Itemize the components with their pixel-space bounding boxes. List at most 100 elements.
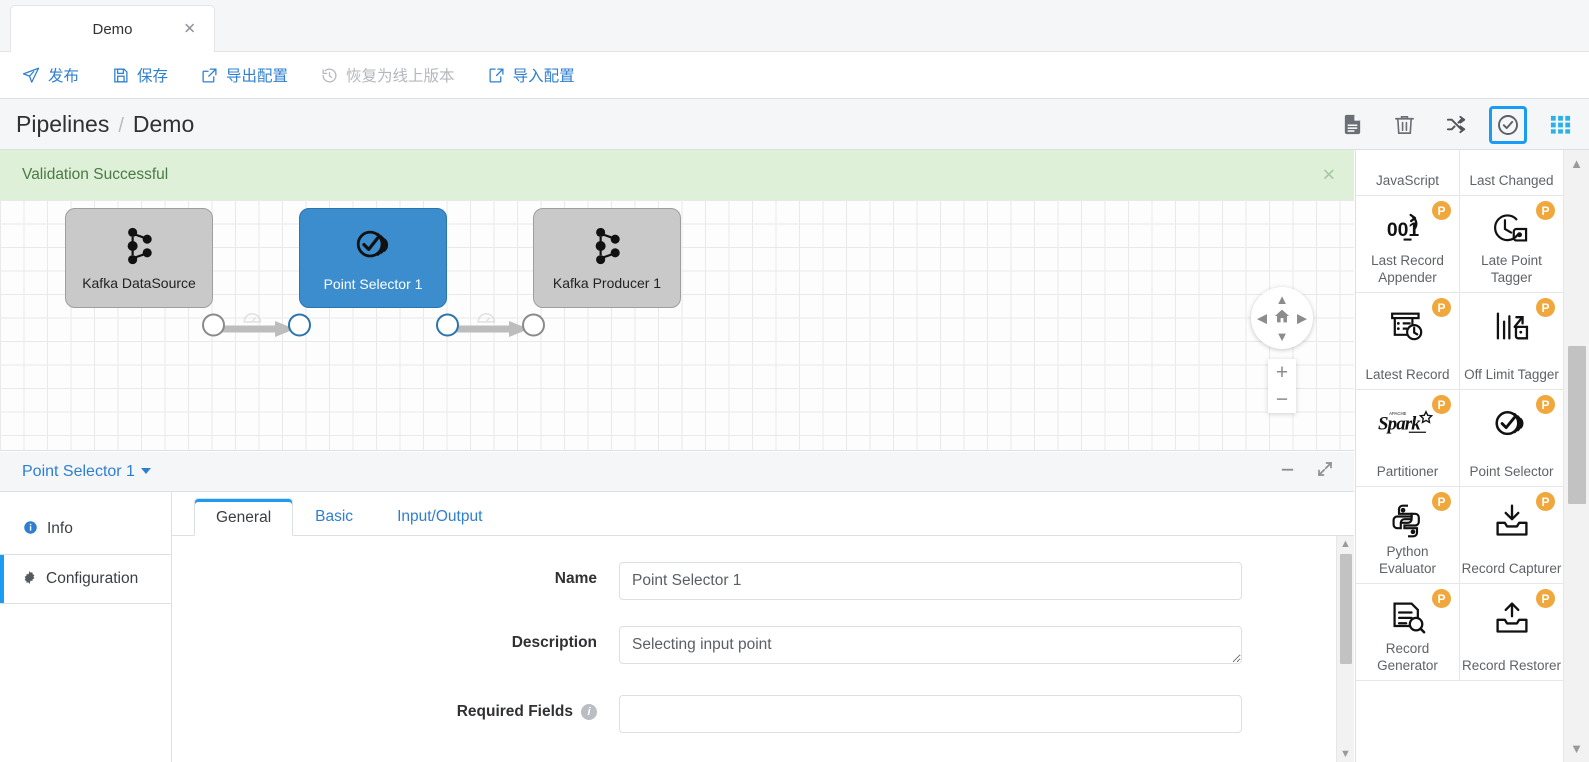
breadcrumb: Pipelines / Demo: [0, 111, 194, 138]
node-input-port[interactable]: [522, 314, 545, 337]
close-icon[interactable]: ✕: [1322, 167, 1336, 184]
tab-general[interactable]: General: [194, 498, 293, 536]
expand-icon[interactable]: [1316, 460, 1334, 483]
close-icon[interactable]: ✕: [183, 22, 196, 37]
premium-badge: P: [1432, 201, 1451, 220]
info-icon[interactable]: i: [581, 704, 597, 720]
palette-item-late-point-tagger[interactable]: P Late Point Tagger: [1460, 196, 1564, 293]
minimize-icon[interactable]: [1279, 461, 1296, 483]
palette-item-label: Python Evaluator: [1358, 543, 1458, 577]
pan-down-icon[interactable]: ▼: [1276, 330, 1289, 343]
off-limit-tagger-icon: [1490, 309, 1534, 348]
validation-message: Validation Successful: [0, 166, 168, 184]
publish-button[interactable]: 发布: [22, 64, 79, 86]
premium-badge: P: [1432, 298, 1451, 317]
pan-up-icon[interactable]: ▲: [1276, 293, 1289, 306]
kafka-icon: [120, 226, 158, 271]
palette-item-last-record-appender[interactable]: P 001 Last Record Appender: [1356, 196, 1460, 293]
home-icon[interactable]: [1274, 308, 1291, 329]
palette-item-record-capturer[interactable]: P Record Capturer: [1460, 487, 1564, 584]
palette-item-point-selector[interactable]: P Point Selector: [1460, 390, 1564, 487]
header-tool-group: [1333, 99, 1579, 150]
sidenav-item-label: Configuration: [46, 570, 138, 588]
form-scrollbar[interactable]: ▲ ▼: [1336, 536, 1354, 762]
node-label: Kafka DataSource: [82, 275, 196, 291]
palette-item-label: Point Selector: [1462, 463, 1562, 480]
node-input-port[interactable]: [288, 314, 311, 337]
description-input[interactable]: Selecting input point: [619, 626, 1242, 664]
kafka-icon: [588, 226, 626, 271]
point-selector-icon: [352, 225, 394, 272]
tab-demo[interactable]: Demo ✕: [10, 5, 215, 52]
breadcrumb-separator: /: [118, 115, 124, 138]
component-palette[interactable]: JavaScript Last Changed P 001 Last Recor…: [1355, 150, 1589, 762]
validate-check-icon[interactable]: [1489, 106, 1527, 144]
save-button[interactable]: 保存: [112, 64, 168, 86]
premium-badge: P: [1536, 395, 1555, 414]
palette-grid: JavaScript Last Changed P 001 Last Recor…: [1356, 150, 1564, 681]
scroll-down-arrow[interactable]: ▼: [1564, 741, 1589, 756]
import-config-button[interactable]: 导入配置: [488, 64, 575, 86]
gear-icon: [22, 570, 37, 588]
palette-item-label: Last Record Appender: [1358, 252, 1458, 286]
zoom-out-button[interactable]: −: [1268, 386, 1296, 413]
sidenav-item-configuration[interactable]: Configuration: [0, 554, 171, 604]
properties-panel-title[interactable]: Point Selector 1: [0, 463, 151, 481]
palette-scrollbar[interactable]: ▲ ▼: [1563, 150, 1589, 762]
palette-item-label: Record Restorer: [1462, 657, 1562, 674]
trash-icon[interactable]: [1385, 106, 1423, 144]
canvas-pan-control[interactable]: ▲ ▼ ◀ ▶: [1251, 287, 1313, 349]
palette-item-latest-record[interactable]: P Latest Record: [1356, 293, 1460, 390]
sidenav-item-info[interactable]: Info: [0, 504, 171, 554]
restore-online-version-button[interactable]: 恢复为线上版本: [321, 64, 455, 86]
node-output-port[interactable]: [202, 314, 225, 337]
palette-scrollbar-thumb[interactable]: [1568, 346, 1586, 504]
scroll-up-arrow[interactable]: ▲: [1337, 538, 1354, 550]
import-config-label: 导入配置: [513, 64, 575, 86]
info-icon: [23, 520, 38, 538]
restore-online-version-label: 恢复为线上版本: [346, 64, 455, 86]
node-kafka-producer-1[interactable]: Kafka Producer 1: [533, 208, 681, 308]
premium-badge: P: [1536, 589, 1555, 608]
breadcrumb-root[interactable]: Pipelines: [16, 111, 109, 138]
node-point-selector-1[interactable]: Point Selector 1: [299, 208, 447, 308]
palette-item-last-changed[interactable]: Last Changed: [1460, 150, 1564, 196]
save-icon: [112, 67, 129, 84]
pan-right-icon[interactable]: ▶: [1297, 312, 1307, 325]
palette-item-label: Late Point Tagger: [1462, 252, 1562, 286]
name-input[interactable]: [619, 562, 1242, 600]
palette-item-javascript[interactable]: JavaScript: [1356, 150, 1460, 196]
shuffle-icon[interactable]: [1437, 106, 1475, 144]
properties-form-area: General Basic Input/Output Name Descript…: [172, 492, 1354, 762]
chevron-down-icon[interactable]: [141, 468, 151, 474]
scroll-down-arrow[interactable]: ▼: [1337, 748, 1354, 760]
restore-icon: [321, 67, 338, 84]
node-kafka-datasource[interactable]: Kafka DataSource: [65, 208, 213, 308]
canvas-zoom-control[interactable]: + −: [1268, 359, 1296, 413]
tab-input-output[interactable]: Input/Output: [375, 497, 504, 535]
document-icon[interactable]: [1333, 106, 1371, 144]
form-scrollbar-thumb[interactable]: [1340, 554, 1352, 664]
pipeline-canvas[interactable]: Kafka DataSource Point Selector 1: [0, 200, 1354, 451]
grid-apps-icon[interactable]: [1541, 106, 1579, 144]
premium-badge: P: [1432, 492, 1451, 511]
palette-item-record-generator[interactable]: P Record Generator: [1356, 584, 1460, 681]
tab-basic[interactable]: Basic: [293, 497, 375, 535]
scroll-up-arrow[interactable]: ▲: [1564, 156, 1589, 171]
palette-item-label: JavaScript: [1358, 172, 1458, 189]
pan-left-icon[interactable]: ◀: [1257, 312, 1267, 325]
palette-item-off-limit-tagger[interactable]: P Off Limit Tagger: [1460, 293, 1564, 390]
palette-item-python-evaluator[interactable]: P Python Evaluator: [1356, 487, 1460, 584]
form-row-required-fields: Required Fields i: [172, 695, 1354, 733]
node-output-port[interactable]: [436, 314, 459, 337]
palette-item-partitioner[interactable]: P Spark APACHE Partitioner: [1356, 390, 1460, 487]
palette-item-record-restorer[interactable]: P Record Restorer: [1460, 584, 1564, 681]
record-capturer-icon: [1492, 503, 1532, 544]
export-config-button[interactable]: 导出配置: [201, 64, 288, 86]
required-fields-input[interactable]: [619, 695, 1242, 733]
form-row-description: Description Selecting input point: [172, 626, 1354, 669]
tab-strip: Demo ✕: [0, 0, 1589, 52]
zoom-in-button[interactable]: +: [1268, 359, 1296, 386]
spark-icon: Spark APACHE: [1378, 406, 1438, 443]
properties-panel: Point Selector 1 Info: [0, 452, 1354, 762]
